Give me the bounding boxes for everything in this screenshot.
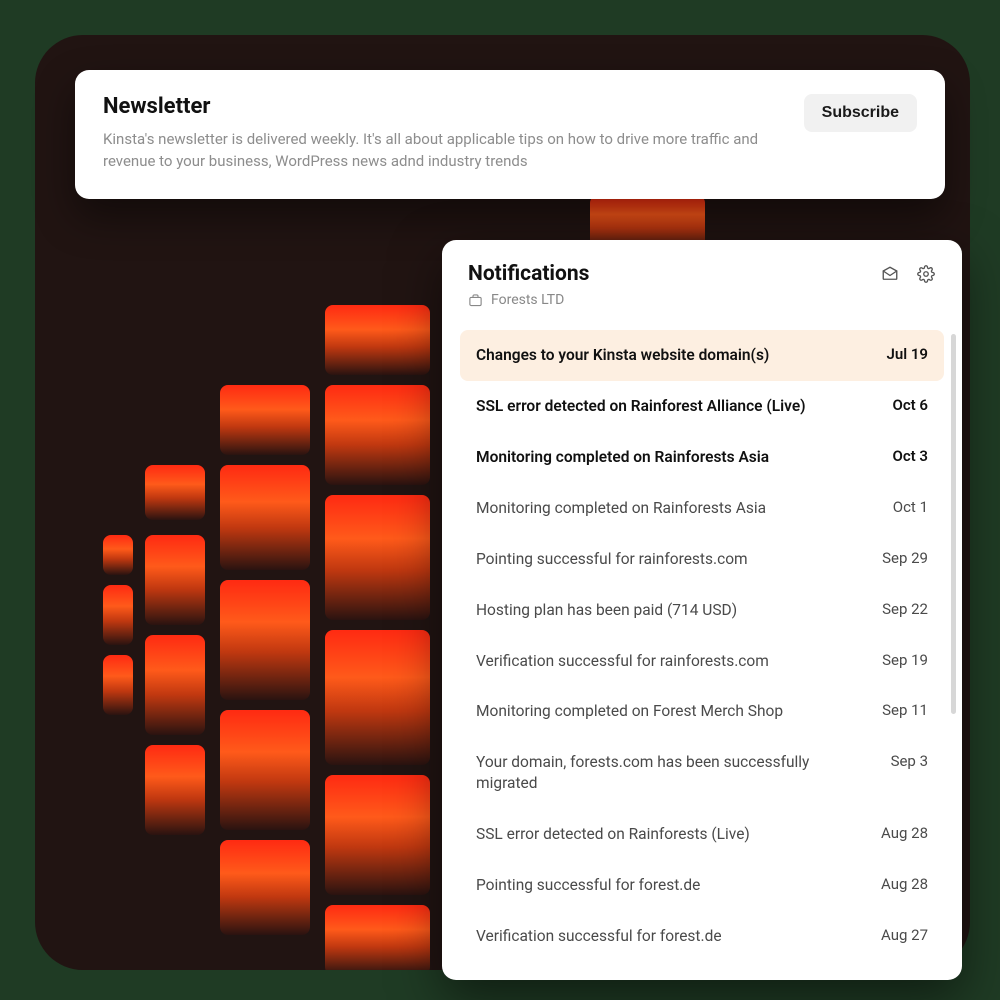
notification-title: Pointing successful for rainforests.com: [476, 549, 866, 570]
notifications-title: Notifications: [468, 262, 880, 286]
notification-date: Sep 22: [882, 600, 928, 618]
notification-date: Sep 19: [882, 651, 928, 669]
notification-date: Aug 27: [881, 926, 928, 944]
notification-item[interactable]: Pointing successful for rainforests.com S…: [460, 534, 944, 585]
notification-item[interactable]: Hosting plan has been paid (714 USD) Sep …: [460, 585, 944, 636]
org-label: Forests LTD: [468, 292, 936, 308]
newsletter-card: Newsletter Kinsta's newsletter is delive…: [75, 70, 945, 199]
notification-date: Aug 28: [881, 875, 928, 893]
notifications-list: Changes to your Kinsta website domain(s)…: [442, 320, 962, 980]
notification-title: Monitoring completed on Rainforests Asia: [476, 498, 877, 519]
subscribe-button[interactable]: Subscribe: [804, 94, 917, 132]
notification-title: SSL error detected on Rainforest Allianc…: [476, 396, 876, 417]
notification-date: Sep 11: [882, 701, 928, 719]
notification-item[interactable]: Monitoring completed on Forest Merch Sho…: [460, 686, 944, 737]
notification-title: Changes to your Kinsta website domain(s): [476, 345, 871, 366]
notification-title: Your domain, forests.com has been succes…: [476, 752, 875, 794]
notification-title: Pointing successful for forest.de: [476, 875, 865, 896]
notification-item[interactable]: Monitoring completed on Rainforests Asia…: [460, 432, 944, 483]
notification-title: SSL error detected on Rainforests (Live): [476, 824, 865, 845]
gear-icon[interactable]: [916, 264, 936, 284]
notification-title: Verification successful for forest.de: [476, 926, 865, 947]
notifications-panel: Notifications Forests LTD: [442, 240, 962, 980]
notification-item[interactable]: Your domain, forests.com has been succes…: [460, 737, 944, 809]
notification-item[interactable]: SSL error detected on Rainforest Allianc…: [460, 381, 944, 432]
notification-date: Sep 3: [891, 752, 928, 770]
notification-item[interactable]: Changes to your Kinsta website domain(s)…: [460, 330, 944, 381]
notification-item[interactable]: SSL error detected on Rainforests (Live)…: [460, 809, 944, 860]
notification-item[interactable]: Pointing successful for forest.de Aug 28: [460, 860, 944, 911]
notification-title: Hosting plan has been paid (714 USD): [476, 600, 866, 621]
notification-item[interactable]: Verification successful for rainforests.…: [460, 636, 944, 687]
newsletter-title: Newsletter: [103, 94, 784, 119]
notification-date: Aug 28: [881, 824, 928, 842]
mail-icon[interactable]: [880, 264, 900, 284]
notification-item[interactable]: Monitoring completed on Rainforests Asia…: [460, 483, 944, 534]
notification-date: Sep 29: [882, 549, 928, 567]
newsletter-description: Kinsta's newsletter is delivered weekly.…: [103, 129, 763, 173]
notification-date: Jul 19: [887, 345, 929, 363]
notification-item[interactable]: Verification successful for forest.de Aug…: [460, 911, 944, 962]
org-name: Forests LTD: [491, 292, 564, 308]
notification-date: Oct 3: [892, 447, 928, 465]
briefcase-icon: [468, 293, 483, 308]
notification-title: Verification successful for rainforests.…: [476, 651, 866, 672]
notification-date: Oct 1: [893, 498, 928, 516]
notification-title: Monitoring completed on Rainforests Asia: [476, 447, 876, 468]
notification-title: Monitoring completed on Forest Merch Sho…: [476, 701, 866, 722]
notification-date: Oct 6: [892, 396, 928, 414]
